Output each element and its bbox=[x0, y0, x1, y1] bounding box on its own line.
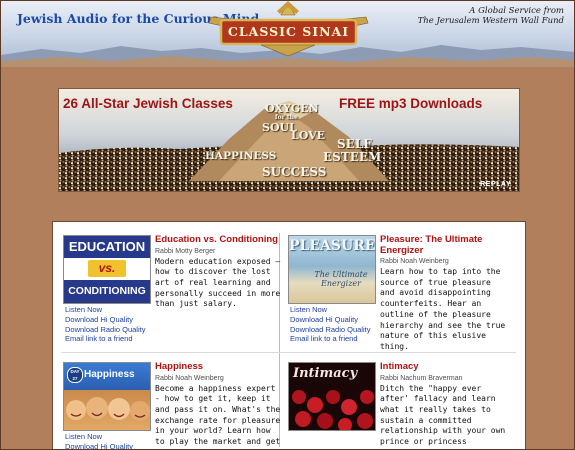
thumb-line-1: Intimacy bbox=[293, 366, 358, 381]
thumb-line-1: PLEASURE bbox=[289, 238, 376, 254]
banner-word-happiness: HAPPINESS bbox=[205, 150, 277, 162]
thumb-line-1: EDUCATION bbox=[64, 236, 150, 258]
thumb-line-2: vs. bbox=[88, 260, 126, 277]
class-thumbnail-intimacy[interactable]: Intimacy bbox=[288, 362, 376, 431]
email-friend-link[interactable]: Email link to a friend bbox=[290, 334, 385, 344]
class-info: Intimacy Rabbi Nachum Braverman Ditch th… bbox=[380, 361, 506, 450]
promo-banner[interactable]: 26 All-Star Jewish Classes FREE mp3 Down… bbox=[58, 88, 520, 192]
class-description: Modern education exposed – how to discov… bbox=[155, 256, 281, 309]
email-friend-link[interactable]: Email link to a friend bbox=[65, 334, 160, 344]
class-links: Listen Now Download Hi Quality Download … bbox=[65, 305, 160, 344]
banner-word-self: SELF bbox=[337, 137, 372, 151]
class-author: Rabbi Nachum Braverman bbox=[380, 374, 463, 382]
class-thumbnail-pleasure[interactable]: PLEASURE The Ultimate Energizer bbox=[288, 235, 376, 304]
class-author: Rabbi Noah Weinberg bbox=[155, 374, 224, 382]
listen-now-link[interactable]: Listen Now bbox=[290, 305, 385, 315]
class-item: EDUCATION vs. CONDITIONING Education vs.… bbox=[63, 234, 283, 345]
download-hi-quality-link[interactable]: Download Hi Quality bbox=[65, 442, 160, 449]
site-header: Jewish Audio for the Curious Mind CLASSI… bbox=[1, 1, 574, 67]
class-item: PLEASURE The Ultimate Energizer Pleasure… bbox=[288, 234, 508, 351]
listen-now-link[interactable]: Listen Now bbox=[65, 305, 160, 315]
roses-image bbox=[292, 390, 374, 430]
global-line-1: A Global Service from bbox=[469, 6, 564, 16]
class-links: Listen Now Download Hi Quality bbox=[65, 432, 160, 449]
global-service-note: A Global Service from The Jerusalem West… bbox=[418, 6, 564, 26]
thumb-line-2: The Ultimate Energizer bbox=[314, 270, 368, 288]
download-hi-quality-link[interactable]: Download Hi Quality bbox=[65, 315, 160, 325]
class-thumbnail-education[interactable]: EDUCATION vs. CONDITIONING bbox=[63, 235, 151, 304]
banner-word-esteem: ESTEEM bbox=[323, 150, 382, 164]
class-title[interactable]: Happiness bbox=[155, 361, 281, 373]
class-description: Learn how to tap into the source of true… bbox=[380, 267, 506, 351]
page-frame: Jewish Audio for the Curious Mind CLASSI… bbox=[0, 0, 575, 450]
class-description: Become a happiness expert - how to get i… bbox=[155, 383, 281, 447]
smiling-faces-image bbox=[66, 397, 150, 421]
banner-word-for-the: for the bbox=[275, 114, 298, 121]
thumb-line-3: CONDITIONING bbox=[64, 280, 150, 303]
class-title[interactable]: Pleasure: The Ultimate Energizer bbox=[380, 234, 506, 256]
banner-classes-text: 26 All-Star Jewish Classes bbox=[63, 96, 233, 111]
class-description: Ditch the "happy ever after' fallacy and… bbox=[380, 383, 506, 450]
thumb-line-1: Happiness bbox=[84, 369, 135, 380]
class-author: Rabbi Motty Berger bbox=[155, 247, 216, 255]
day-badge: DAY 27 bbox=[67, 367, 83, 383]
class-item: DAY 27 Happiness Happiness Rabbi Noah We… bbox=[63, 361, 283, 449]
banner-word-love: LOVE bbox=[291, 129, 326, 142]
class-item: Intimacy Intimacy Rabbi Nachum Braverman… bbox=[288, 361, 508, 450]
class-title[interactable]: Intimacy bbox=[380, 361, 506, 373]
download-hi-quality-link[interactable]: Download Hi Quality bbox=[290, 315, 385, 325]
replay-button[interactable]: REPLAY bbox=[480, 181, 511, 188]
class-info: Happiness Rabbi Noah Weinberg Become a h… bbox=[155, 361, 281, 448]
class-info: Pleasure: The Ultimate Energizer Rabbi N… bbox=[380, 234, 506, 353]
download-radio-quality-link[interactable]: Download Radio Quality bbox=[290, 325, 385, 335]
banner-downloads-text: FREE mp3 Downloads bbox=[339, 96, 483, 111]
banner-word-success: SUCCESS bbox=[262, 165, 327, 179]
logo-wordmark: CLASSIC SINAI bbox=[227, 24, 350, 39]
listen-now-link[interactable]: Listen Now bbox=[65, 432, 160, 442]
class-thumbnail-happiness[interactable]: DAY 27 Happiness bbox=[63, 362, 151, 431]
download-radio-quality-link[interactable]: Download Radio Quality bbox=[65, 325, 160, 335]
class-info: Education vs. Conditioning Rabbi Motty B… bbox=[155, 234, 281, 310]
class-title[interactable]: Education vs. Conditioning bbox=[155, 234, 281, 246]
class-author: Rabbi Noah Weinberg bbox=[380, 258, 449, 265]
global-line-2: The Jerusalem Western Wall Fund bbox=[417, 16, 564, 26]
class-links: Listen Now Download Hi Quality Download … bbox=[290, 305, 385, 344]
